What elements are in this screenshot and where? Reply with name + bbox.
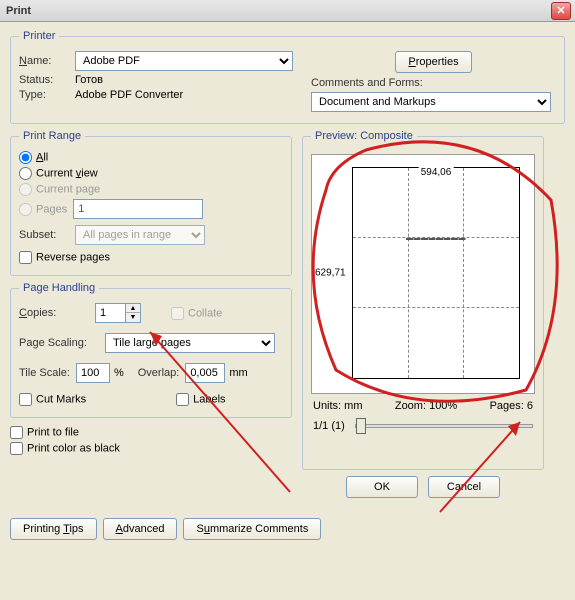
preview-legend: Preview: Composite bbox=[311, 130, 417, 142]
copies-label: Copies: bbox=[19, 307, 89, 319]
spin-up-icon[interactable]: ▲ bbox=[126, 304, 140, 313]
comments-label: Comments and Forms: bbox=[311, 77, 423, 89]
handling-legend: Page Handling bbox=[19, 282, 99, 294]
printer-group: Printer Name: Adobe PDF Status: Готов Ty… bbox=[10, 30, 565, 124]
radio-current-page: Current page bbox=[19, 183, 100, 196]
tilescale-input[interactable] bbox=[76, 363, 110, 383]
properties-button[interactable]: Properties bbox=[395, 51, 471, 73]
close-button[interactable]: ✕ bbox=[551, 2, 571, 20]
pages-input bbox=[73, 199, 203, 219]
preview-height: 629,71 bbox=[315, 268, 346, 279]
tilescale-unit: % bbox=[114, 367, 124, 379]
preview-content-text: ▬▬▬▬▬▬▬▬ bbox=[406, 235, 466, 242]
slider-thumb[interactable] bbox=[356, 418, 366, 434]
scaling-label: Page Scaling: bbox=[19, 337, 99, 349]
overlap-input[interactable] bbox=[185, 363, 225, 383]
range-legend: Print Range bbox=[19, 130, 85, 142]
summarize-button[interactable]: Summarize Comments bbox=[183, 518, 321, 540]
labels-check[interactable]: Labels bbox=[176, 393, 225, 406]
preview-zoom: Zoom: 100% bbox=[395, 400, 457, 412]
comments-select[interactable]: Document and Markups bbox=[311, 92, 551, 112]
print-dialog: Print ✕ Printer Name: Adobe PDF Status: bbox=[0, 0, 575, 600]
printing-tips-button[interactable]: Printing Tips bbox=[10, 518, 97, 540]
print-color-black-check[interactable]: Print color as black bbox=[10, 442, 120, 455]
page-scaling-select[interactable]: Tile large pages bbox=[105, 333, 275, 353]
subset-label: Subset: bbox=[19, 229, 69, 241]
preview-progress: 1/1 (1) bbox=[313, 420, 345, 432]
overlap-label: Overlap: bbox=[138, 367, 180, 379]
page-handling-group: Page Handling Copies: ▲▼ Collate Page Sc… bbox=[10, 282, 292, 418]
print-to-file-check[interactable]: Print to file bbox=[10, 426, 79, 439]
printer-name-select[interactable]: Adobe PDF bbox=[75, 51, 293, 71]
print-range-group: Print Range All Current view Current pag… bbox=[10, 130, 292, 276]
radio-pages: Pages bbox=[19, 203, 67, 216]
preview-slider[interactable] bbox=[355, 424, 533, 428]
preview-units: Units: mm bbox=[313, 400, 363, 412]
type-value: Adobe PDF Converter bbox=[75, 89, 183, 101]
spin-down-icon[interactable]: ▼ bbox=[126, 313, 140, 322]
copies-spinner[interactable]: ▲▼ bbox=[95, 303, 141, 323]
window-title: Print bbox=[6, 5, 31, 17]
status-label: Status: bbox=[19, 74, 69, 86]
overlap-unit: mm bbox=[229, 367, 247, 379]
type-label: Type: bbox=[19, 89, 69, 101]
collate-check: Collate bbox=[171, 307, 222, 320]
ok-button[interactable]: OK bbox=[346, 476, 418, 498]
preview-width: 594,06 bbox=[419, 167, 454, 178]
cancel-button[interactable]: Cancel bbox=[428, 476, 500, 498]
titlebar: Print ✕ bbox=[0, 0, 575, 22]
cutmarks-check[interactable]: Cut Marks bbox=[19, 393, 86, 406]
close-icon: ✕ bbox=[556, 4, 565, 17]
advanced-button[interactable]: Advanced bbox=[103, 518, 178, 540]
preview-pages: Pages: 6 bbox=[490, 400, 533, 412]
preview-group: Preview: Composite 594,06 629,71 ▬▬▬▬▬▬▬… bbox=[302, 130, 544, 470]
name-label: Name: bbox=[19, 55, 69, 67]
printer-legend: Printer bbox=[19, 30, 59, 42]
subset-select: All pages in range bbox=[75, 225, 205, 245]
radio-all[interactable]: All bbox=[19, 151, 48, 164]
reverse-pages-check[interactable]: Reverse pages bbox=[19, 251, 110, 264]
preview-canvas: 594,06 629,71 ▬▬▬▬▬▬▬▬ bbox=[311, 154, 535, 394]
copies-input[interactable] bbox=[95, 303, 125, 323]
status-value: Готов bbox=[75, 74, 103, 86]
radio-current-view[interactable]: Current view bbox=[19, 167, 98, 180]
tilescale-label: Tile Scale: bbox=[19, 367, 70, 379]
